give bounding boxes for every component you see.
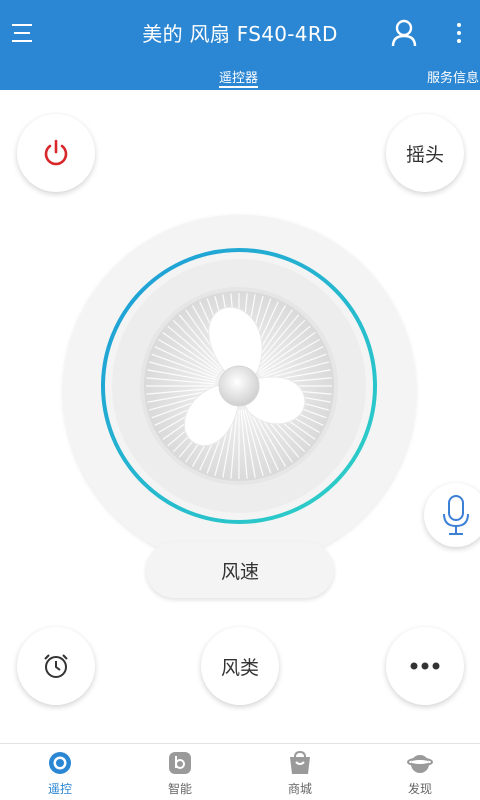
bottom-navigation: 遥控 智能 商城 发现 (0, 743, 480, 800)
voice-button[interactable] (424, 483, 480, 547)
wind-type-button[interactable]: 风类 (201, 627, 279, 705)
more-vertical-icon[interactable] (449, 18, 469, 48)
user-icon[interactable] (390, 18, 418, 48)
app-header: 美的 风扇 FS40-4RD 遥控器 服务信息 (0, 0, 480, 90)
shop-bag-icon (287, 750, 313, 776)
nav-label: 商城 (287, 782, 312, 796)
fan-speed-button[interactable]: 风速 (146, 542, 334, 598)
fan-illustration (101, 248, 377, 524)
power-button[interactable] (17, 114, 95, 192)
nav-discover[interactable]: 发现 (360, 744, 480, 800)
nav-label: 遥控 (47, 782, 72, 796)
nav-remote[interactable]: 遥控 (0, 744, 120, 800)
planet-icon (407, 750, 433, 776)
nav-shop[interactable]: 商城 (240, 744, 360, 800)
alarm-clock-icon (44, 654, 68, 678)
nav-label: 智能 (167, 782, 192, 796)
timer-button[interactable] (17, 627, 95, 705)
microphone-icon (443, 495, 469, 535)
remote-icon (47, 750, 73, 776)
tab-service-info[interactable]: 服务信息 (427, 67, 479, 86)
more-horizontal-icon (410, 662, 440, 670)
nav-label: 发现 (407, 782, 432, 796)
swing-button[interactable]: 摇头 (386, 114, 464, 192)
more-options-button[interactable] (386, 627, 464, 705)
smart-icon (167, 750, 193, 776)
power-icon (44, 139, 68, 166)
tab-remote[interactable]: 遥控器 (219, 67, 259, 88)
nav-smart[interactable]: 智能 (120, 744, 240, 800)
